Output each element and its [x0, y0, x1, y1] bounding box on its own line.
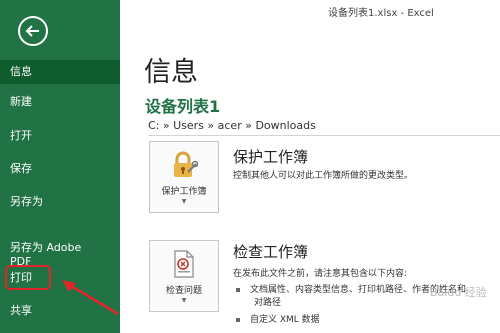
lock-key-icon — [170, 150, 199, 184]
annotation-arrow-icon — [62, 280, 119, 316]
sidebar-item-label: 保存 — [10, 162, 32, 175]
tile-label: 保护工作簿 — [161, 187, 207, 197]
document-name: 设备列表1 — [145, 97, 221, 116]
sidebar-item-open[interactable]: 打开 — [0, 129, 120, 143]
window-title: 设备列表1.xlsx - Excel — [328, 8, 434, 19]
protect-workbook-button[interactable]: 保护工作簿 ▼ — [149, 141, 219, 213]
bullet-icon — [236, 317, 240, 322]
back-arrow-icon — [25, 25, 39, 37]
inspect-workbook-title: 检查工作簿 — [233, 243, 309, 261]
check-issues-button[interactable]: 检查问题 ▼ — [149, 240, 219, 312]
document-path[interactable]: C: » Users » acer » Downloads — [148, 119, 316, 132]
sidebar-item-label: 信息 — [10, 65, 32, 78]
sidebar-item-label: 另存为 Adobe PDF — [10, 241, 82, 268]
sidebar-item-label: 新建 — [10, 95, 32, 108]
sidebar-item-save-as[interactable]: 另存为 — [0, 195, 120, 209]
back-button[interactable] — [18, 16, 48, 46]
divider — [148, 135, 500, 136]
sidebar-item-label: 共享 — [10, 304, 32, 317]
protect-workbook-title: 保护工作簿 — [233, 148, 309, 166]
tile-label: 检查问题 — [165, 286, 202, 296]
inspect-document-icon — [170, 249, 198, 283]
chevron-down-icon: ▼ — [181, 198, 187, 205]
page-title: 信息 — [144, 57, 198, 88]
list-item-continuation: 对路径 — [254, 298, 282, 308]
watermark: Baidu 经验 — [430, 286, 487, 299]
sidebar-item-label: 另存为 — [10, 195, 43, 208]
sidebar-item-save[interactable]: 保存 — [0, 162, 120, 176]
sidebar-item-save-as-pdf[interactable]: 另存为 Adobe PDF — [0, 227, 120, 269]
sidebar-item-new[interactable]: 新建 — [0, 95, 120, 109]
chevron-down-icon: ▼ — [181, 297, 187, 304]
title-bar: 设备列表1.xlsx - Excel — [120, 0, 500, 24]
sidebar-item-info[interactable]: 信息 — [0, 60, 120, 84]
bullet-icon — [236, 287, 240, 292]
sidebar-item-label: 打开 — [10, 129, 32, 142]
inspect-workbook-description: 在发布此文件之前，请注意其包含以下内容: — [233, 269, 408, 279]
protect-workbook-description: 控制其他人可以对此工作簿所做的更改类型。 — [233, 171, 414, 181]
list-item: 自定义 XML 数据 — [236, 312, 320, 325]
print-highlight-box — [5, 265, 51, 290]
